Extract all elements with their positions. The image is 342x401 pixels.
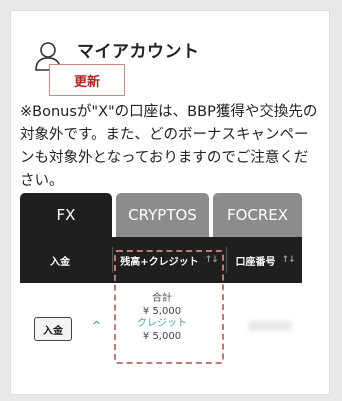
tab-fx[interactable]: FX (20, 193, 112, 237)
sort-arrows-icon[interactable]: ↑↓ (205, 255, 219, 265)
deposit-button[interactable]: 入金 (34, 317, 72, 341)
tab-cryptos[interactable]: CRYPTOS (116, 193, 209, 237)
column-label-balance: 残高+クレジット (120, 256, 199, 268)
total-value: ¥ 5,000 (142, 305, 182, 317)
sort-arrows-icon[interactable]: ↑↓ (281, 255, 295, 265)
page-title: マイアカウント (77, 42, 200, 62)
refresh-button[interactable]: 更新 (49, 64, 125, 96)
column-label-account-number: 口座番号 (235, 256, 276, 268)
tab-focrex[interactable]: FOCREX (213, 193, 302, 237)
table-row: 入金 ^ 合計 ¥ 5,000 クレジット ¥ 5,000 (20, 283, 302, 378)
column-divider (226, 247, 227, 273)
column-label-deposit: 入金 (50, 256, 70, 268)
bonus-notice: ※Bonusが"X"の口座は、BBP獲得や交換先の対象外です。また、どのボーナス… (20, 104, 318, 189)
account-type-tabs: FX CRYPTOS FOCREX (20, 193, 302, 237)
credit-value: ¥ 5,000 (142, 330, 182, 342)
chevron-up-icon[interactable]: ^ (92, 319, 101, 332)
total-label: 合計 (152, 293, 172, 304)
column-divider (112, 247, 113, 273)
column-header-account-number[interactable]: 口座番号 ↑↓ (228, 237, 302, 283)
balance-cell: 合計 ¥ 5,000 クレジット ¥ 5,000 (110, 293, 214, 343)
table-header: 入金 残高+クレジット ↑↓ 口座番号 ↑↓ (20, 237, 302, 283)
column-header-balance[interactable]: 残高+クレジット ↑↓ (114, 237, 224, 283)
column-header-deposit: 入金 (20, 237, 100, 283)
account-number-redacted (248, 321, 292, 331)
credit-label: クレジット (137, 318, 187, 329)
